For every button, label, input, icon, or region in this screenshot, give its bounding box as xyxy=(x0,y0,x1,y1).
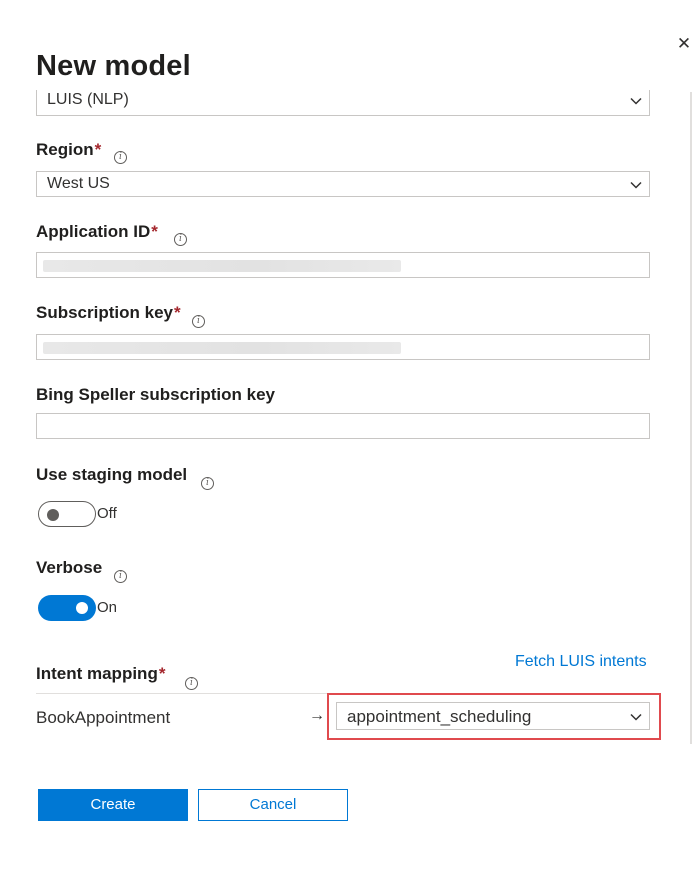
verbose-state: On xyxy=(97,599,118,616)
redacted-value xyxy=(43,342,401,354)
application-id-label: Application ID xyxy=(36,222,151,241)
region-value: West US xyxy=(47,175,110,192)
bing-speller-input[interactable] xyxy=(36,413,650,439)
toggle-knob xyxy=(76,602,88,614)
staging-label-group: Use staging model xyxy=(36,465,187,485)
use-staging-model-toggle[interactable] xyxy=(38,501,96,527)
application-id-label-group: Application ID* xyxy=(36,222,158,242)
info-icon[interactable]: i xyxy=(185,677,198,690)
region-label-group: Region* xyxy=(36,140,101,160)
subscription-key-input[interactable] xyxy=(36,334,650,360)
use-staging-model-label: Use staging model xyxy=(36,465,188,484)
bing-speller-label-group: Bing Speller subscription key xyxy=(36,385,275,405)
verbose-label: Verbose xyxy=(36,558,103,577)
required-marker: * xyxy=(94,140,102,159)
highlight-box xyxy=(327,693,661,740)
subscription-key-label-group: Subscription key* xyxy=(36,303,181,323)
create-button[interactable]: Create xyxy=(38,789,188,821)
required-marker: * xyxy=(158,664,166,683)
intent-mapping-label: Intent mapping xyxy=(36,664,158,683)
info-icon[interactable]: i xyxy=(201,477,214,490)
chevron-down-icon xyxy=(630,181,642,189)
cancel-button[interactable]: Cancel xyxy=(198,789,348,821)
model-type-select[interactable]: LUIS (NLP) xyxy=(36,90,650,116)
required-marker: * xyxy=(173,303,181,322)
info-icon[interactable]: i xyxy=(114,151,127,164)
intent-name: BookAppointment xyxy=(36,708,171,727)
use-staging-model-state: Off xyxy=(97,505,117,522)
info-icon[interactable]: i xyxy=(114,570,127,583)
fetch-luis-intents-link[interactable]: Fetch LUIS intents xyxy=(515,653,647,671)
info-icon[interactable]: i xyxy=(174,233,187,246)
redacted-value xyxy=(43,260,401,272)
region-select[interactable]: West US xyxy=(36,171,650,197)
required-marker: * xyxy=(151,222,158,241)
verbose-toggle[interactable] xyxy=(38,595,96,621)
model-type-value: LUIS (NLP) xyxy=(47,91,129,108)
bing-speller-label: Bing Speller subscription key xyxy=(36,385,276,404)
close-icon[interactable]: ✕ xyxy=(676,35,692,52)
page-title: New model xyxy=(36,50,191,82)
verbose-label-group: Verbose xyxy=(36,558,102,578)
chevron-down-icon xyxy=(630,97,642,105)
subscription-key-label: Subscription key xyxy=(36,303,173,322)
toggle-knob xyxy=(47,509,59,521)
region-label: Region xyxy=(36,140,94,159)
intent-mapping-label-group: Intent mapping* xyxy=(36,664,165,684)
info-icon[interactable]: i xyxy=(192,315,205,328)
arrow-right-icon: → xyxy=(309,707,325,724)
application-id-input[interactable] xyxy=(36,252,650,278)
